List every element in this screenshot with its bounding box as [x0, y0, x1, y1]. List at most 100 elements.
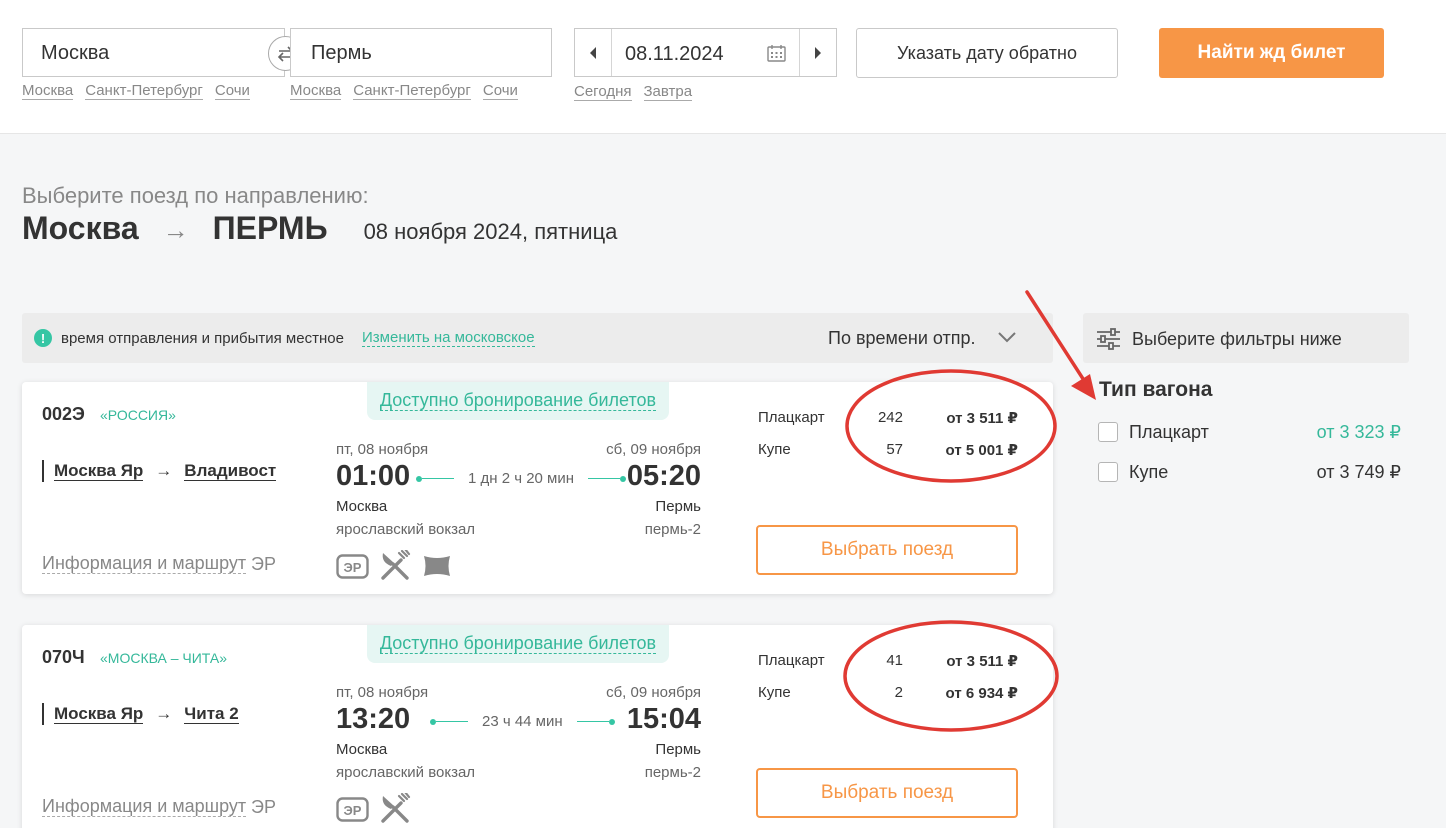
class-price: от 3 511 ₽: [946, 653, 1018, 670]
svg-text:ЭР: ЭР: [344, 560, 362, 575]
to-quick-sochi[interactable]: Сочи: [482, 82, 518, 100]
train-number: 070Ч: [42, 647, 85, 667]
er-icon: ЭР: [336, 553, 369, 579]
filter-price: от 3 323 ₽: [1316, 422, 1401, 442]
filter-item-kupe[interactable]: Купе от 3 749 ₽: [1098, 461, 1403, 483]
er-tag: ЭР: [251, 554, 276, 574]
arrival-time: 05:20: [626, 460, 701, 492]
chevron-down-icon[interactable]: [998, 330, 1016, 348]
class-price: от 5 001 ₽: [945, 442, 1018, 459]
select-train-button[interactable]: Выбрать поезд: [756, 525, 1018, 575]
from-value: Москва: [41, 41, 110, 64]
class-name: Плацкарт: [758, 652, 825, 669]
arrival-date: сб, 09 ноября: [606, 684, 701, 701]
train-brand: «МОСКВА – ЧИТА»: [100, 650, 227, 666]
time-info-bar: ! время отправления и прибытия местное И…: [22, 313, 1053, 363]
class-name: Купе: [758, 684, 791, 701]
from-quick-moscow[interactable]: Москва: [22, 82, 74, 100]
info-route-link[interactable]: Информация и маршрут: [42, 797, 247, 817]
title-from-city: Москва: [22, 210, 139, 246]
title-date: 08 ноября 2024, пятница: [363, 219, 618, 244]
class-seats: 242: [877, 409, 903, 426]
class-row-kupe[interactable]: Купе 2 от 6 934 ₽: [758, 684, 1018, 704]
to-value: Пермь: [311, 41, 372, 64]
departure-time: 01:00: [336, 460, 411, 492]
kupe-checkbox[interactable]: [1098, 462, 1118, 482]
booking-available-badge[interactable]: Доступно бронирование билетов: [367, 625, 669, 663]
class-seats: 57: [886, 441, 903, 458]
to-quick-spb[interactable]: Санкт-Петербург: [353, 82, 471, 100]
arrival-station: Пермь: [655, 498, 701, 515]
date-picker: 08.11.2024: [574, 28, 837, 77]
amenity-icons: ЭР: [336, 793, 411, 825]
to-field[interactable]: Пермь: [290, 28, 552, 77]
booking-available-badge[interactable]: Доступно бронирование билетов: [367, 382, 669, 420]
date-quick-today[interactable]: Сегодня: [574, 83, 632, 101]
route-arrow: →: [155, 704, 173, 723]
train-brand: «РОССИЯ»: [100, 407, 176, 423]
search-header: Москва Москва Санкт-Петербург Сочи Пермь…: [0, 0, 1446, 134]
filters-header-text: Выберите фильтры ниже: [1132, 329, 1342, 349]
select-train-button[interactable]: Выбрать поезд: [756, 768, 1018, 818]
arrival-terminal: пермь-2: [644, 521, 701, 538]
sort-select[interactable]: По времени отпр.: [828, 328, 976, 349]
route-from[interactable]: Москва Яр: [54, 704, 144, 724]
duration-text: 23 ч 44 мин: [482, 713, 563, 730]
filters-header[interactable]: Выберите фильтры ниже: [1083, 313, 1409, 363]
title-to-city: ПЕРМЬ: [212, 210, 328, 246]
info-route-link[interactable]: Информация и маршрут: [42, 554, 247, 574]
route-from[interactable]: Москва Яр: [54, 461, 144, 481]
train-route: Москва Яр → Владивост: [42, 460, 277, 482]
to-quick-moscow[interactable]: Москва: [290, 82, 342, 100]
departure-time: 13:20: [336, 703, 411, 735]
restaurant-icon: [381, 550, 411, 580]
route-to[interactable]: Владивост: [184, 461, 277, 481]
from-quick-spb[interactable]: Санкт-Петербург: [85, 82, 203, 100]
return-date-button[interactable]: Указать дату обратно: [856, 28, 1118, 78]
next-date-button[interactable]: [799, 29, 836, 76]
chevron-right-icon: [815, 46, 821, 59]
time-info-text: время отправления и прибытия местное: [61, 330, 344, 347]
train-number: 002Э: [42, 404, 85, 424]
restaurant-icon: [381, 793, 411, 823]
to-quick-links: Москва Санкт-Петербург Сочи: [290, 82, 518, 100]
class-row-platzkart[interactable]: Плацкарт 242 от 3 511 ₽: [758, 409, 1018, 429]
travel-duration: 23 ч 44 мин: [430, 713, 615, 730]
platzkart-checkbox[interactable]: [1098, 422, 1118, 442]
date-input[interactable]: 08.11.2024: [625, 43, 724, 66]
page-subtitle: Выберите поезд по направлению:: [22, 183, 369, 208]
pillow-icon: [424, 556, 450, 576]
route-to[interactable]: Чита 2: [184, 704, 239, 724]
date-quick-tomorrow[interactable]: Завтра: [643, 83, 693, 101]
departure-date: пт, 08 ноября: [336, 684, 429, 701]
train-card: Доступно бронирование билетов 070Ч «МОСК…: [22, 625, 1053, 828]
wagon-type-title: Тип вагона: [1099, 378, 1213, 401]
filter-label: Плацкарт: [1129, 422, 1209, 442]
chevron-left-icon: [590, 46, 596, 59]
filter-label: Купе: [1129, 462, 1169, 482]
find-ticket-button[interactable]: Найти жд билет: [1159, 28, 1384, 78]
from-quick-sochi[interactable]: Сочи: [214, 82, 250, 100]
departure-station: Москва: [336, 498, 388, 515]
switch-to-moscow-time-link[interactable]: Изменить на московское: [362, 330, 535, 347]
train-route: Москва Яр → Чита 2: [42, 703, 239, 725]
travel-duration: 1 дн 2 ч 20 мин: [416, 470, 627, 487]
filter-sliders-icon: [1096, 328, 1121, 355]
departure-date: пт, 08 ноября: [336, 441, 429, 458]
calendar-icon[interactable]: [767, 44, 786, 67]
prev-date-button[interactable]: [575, 29, 612, 76]
class-row-kupe[interactable]: Купе 57 от 5 001 ₽: [758, 441, 1018, 461]
class-name: Плацкарт: [758, 409, 825, 426]
duration-text: 1 дн 2 ч 20 мин: [468, 470, 575, 487]
annotation-arrow-head: [1071, 374, 1096, 400]
class-row-platzkart[interactable]: Плацкарт 41 от 3 511 ₽: [758, 652, 1018, 672]
arrival-time: 15:04: [626, 703, 701, 735]
info-icon: !: [34, 329, 52, 347]
route-arrow: →: [155, 461, 173, 480]
from-field[interactable]: Москва: [22, 28, 285, 77]
filter-price: от 3 749 ₽: [1316, 462, 1401, 482]
class-seats: 2: [894, 684, 903, 701]
amenity-icons: ЭР: [336, 550, 453, 582]
arrival-terminal: пермь-2: [644, 764, 701, 781]
filter-item-platzkart[interactable]: Плацкарт от 3 323 ₽: [1098, 421, 1403, 443]
